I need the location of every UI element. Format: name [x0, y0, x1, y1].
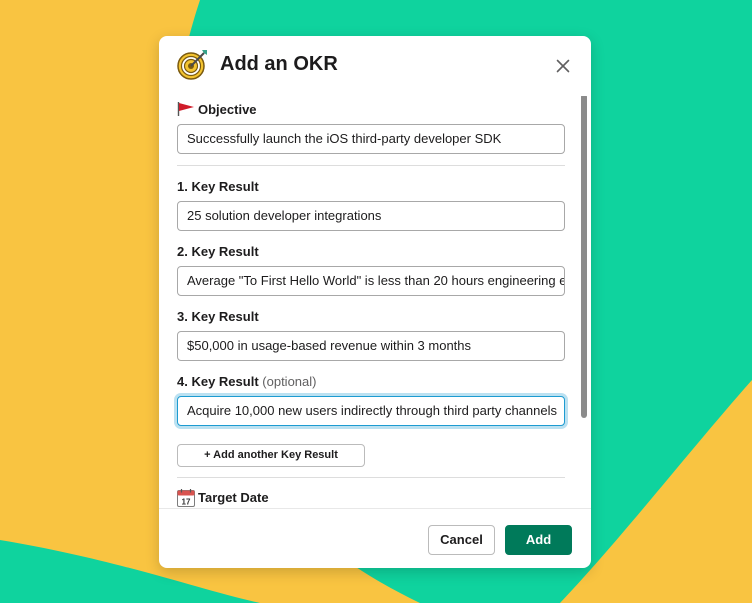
key-result-2-label-text: 2. Key Result — [177, 244, 259, 259]
add-button[interactable]: Add — [505, 525, 572, 555]
red-flag-icon — [177, 102, 194, 116]
scrollbar-thumb[interactable] — [581, 96, 587, 418]
key-result-3-label-text: 3. Key Result — [177, 309, 259, 324]
calendar-icon: 17 — [177, 489, 195, 507]
key-result-1-input[interactable]: 25 solution developer integrations — [177, 201, 565, 231]
key-result-4-label-text: 4. Key Result — [177, 374, 259, 389]
divider — [177, 477, 565, 478]
key-result-1-label-text: 1. Key Result — [177, 179, 259, 194]
key-result-1-label: 1. Key Result — [177, 179, 259, 195]
key-result-2-label: 2. Key Result — [177, 244, 259, 260]
key-result-2-input[interactable]: Average "To First Hello World" is less t… — [177, 266, 565, 296]
target-dart-icon — [177, 50, 207, 80]
add-okr-modal: Add an OKR Objective Successfully launch… — [159, 36, 591, 568]
footer-divider — [159, 508, 591, 509]
key-result-4-label: 4. Key Result (optional) — [177, 374, 316, 390]
target-date-label: Target Date — [198, 490, 269, 505]
modal-title: Add an OKR — [220, 53, 338, 75]
modal-body[interactable]: Objective Successfully launch the iOS th… — [159, 96, 591, 508]
modal-header: Add an OKR — [159, 36, 591, 96]
calendar-day: 17 — [182, 498, 191, 507]
cancel-button[interactable]: Cancel — [428, 525, 495, 555]
divider — [177, 165, 565, 166]
objective-label: Objective — [198, 102, 257, 117]
objective-input[interactable]: Successfully launch the iOS third-party … — [177, 124, 565, 154]
key-result-3-input[interactable]: $50,000 in usage-based revenue within 3 … — [177, 331, 565, 361]
key-result-3-label: 3. Key Result — [177, 309, 259, 325]
optional-hint: (optional) — [262, 374, 317, 389]
add-key-result-button[interactable]: + Add another Key Result — [177, 444, 365, 467]
close-icon[interactable] — [551, 54, 575, 78]
key-result-4-input[interactable]: Acquire 10,000 new users indirectly thro… — [177, 396, 565, 426]
